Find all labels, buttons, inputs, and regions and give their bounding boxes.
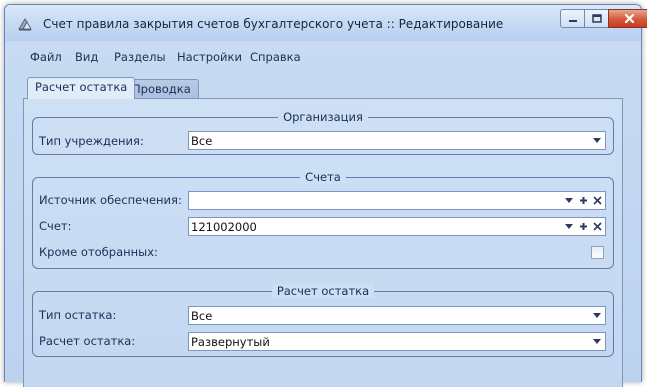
account-value: 121002000 <box>191 220 257 234</box>
account-select[interactable]: 121002000 <box>188 217 606 236</box>
dropdown-arrow-icon[interactable] <box>590 309 603 322</box>
balance-calc-value: Развернутый <box>191 335 270 349</box>
window-title: Счет правила закрытия счетов бухгалтерск… <box>43 17 504 31</box>
menu-item-sections[interactable]: Разделы <box>114 50 166 64</box>
tab-balance-calculation[interactable]: Расчет остатка <box>27 77 136 99</box>
balance-calc-select[interactable]: Развернутый <box>188 332 606 351</box>
dropdown-arrow-icon[interactable] <box>590 134 603 147</box>
window: Счет правила закрытия счетов бухгалтерск… <box>4 4 647 387</box>
funding-source-label: Источник обеспечения: <box>39 193 182 207</box>
close-icon <box>624 13 634 24</box>
group-accounts: Счета Источник обеспечения: Счет: 121002… <box>32 170 614 269</box>
balance-calc-label: Расчет остатка: <box>39 334 136 348</box>
institution-type-select[interactable]: Все <box>188 131 606 150</box>
balance-type-label: Тип остатка: <box>39 308 117 322</box>
clear-x-icon[interactable] <box>590 193 604 208</box>
maximize-button[interactable] <box>584 9 609 28</box>
group-organization: Организация Тип учреждения: Все <box>32 110 614 155</box>
close-button[interactable] <box>608 9 647 28</box>
group-title-organization: Организация <box>278 110 368 124</box>
balance-type-select[interactable]: Все <box>188 306 606 325</box>
clear-x-icon[interactable] <box>590 219 604 234</box>
institution-type-label: Тип учреждения: <box>39 134 144 148</box>
dropdown-arrow-icon[interactable] <box>562 194 575 207</box>
except-selected-label: Кроме отобранных: <box>39 245 158 259</box>
menu-item-view[interactable]: Вид <box>75 50 98 64</box>
dropdown-arrow-icon[interactable] <box>590 335 603 348</box>
plus-icon[interactable] <box>577 219 590 234</box>
account-label: Счет: <box>39 219 72 233</box>
menu-bar: Файл Вид Разделы Настройки Справка <box>5 45 641 69</box>
minimize-icon <box>568 19 577 22</box>
app-icon <box>18 18 32 31</box>
dropdown-arrow-icon[interactable] <box>562 220 575 233</box>
funding-source-select[interactable] <box>188 191 606 210</box>
group-title-balance: Расчет остатка <box>271 284 375 298</box>
menu-item-settings[interactable]: Настройки <box>177 50 242 64</box>
except-selected-checkbox[interactable] <box>591 246 604 259</box>
institution-type-value: Все <box>191 134 213 148</box>
maximize-icon <box>591 14 602 23</box>
tab-posting[interactable]: Проводка <box>124 79 199 99</box>
menu-item-help[interactable]: Справка <box>250 50 301 64</box>
group-balance: Расчет остатка Тип остатка: Все Расчет о… <box>32 284 614 357</box>
menu-item-file[interactable]: Файл <box>30 50 62 64</box>
tab-panel: Организация Тип учреждения: Все Счета Ис… <box>23 98 623 387</box>
plus-icon[interactable] <box>577 193 590 208</box>
title-bar[interactable]: Счет правила закрытия счетов бухгалтерск… <box>5 5 647 41</box>
minimize-button[interactable] <box>560 9 585 28</box>
balance-type-value: Все <box>191 309 213 323</box>
group-title-accounts: Счета <box>300 170 346 184</box>
